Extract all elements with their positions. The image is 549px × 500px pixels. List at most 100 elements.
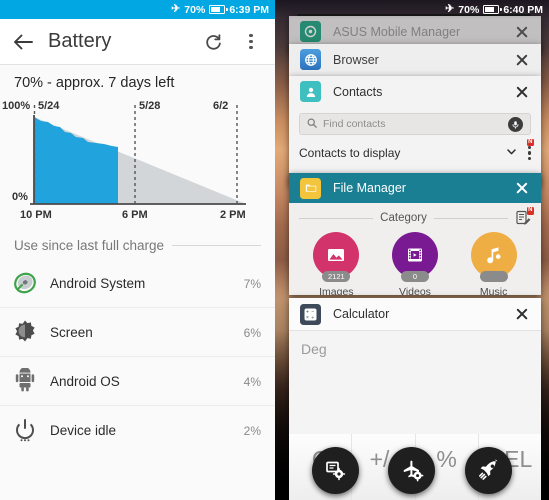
note-edit-icon[interactable]: N <box>515 207 535 226</box>
calculator-icon: + − × ÷ <box>300 303 321 325</box>
list-item[interactable]: Device idle 2% <box>0 405 275 454</box>
search-placeholder: Find contacts <box>323 118 386 130</box>
browser-globe-icon <box>300 49 321 70</box>
status-battery-percent: 70% <box>184 3 206 16</box>
airplane-mode-icon: ✈ <box>445 3 455 15</box>
list-item[interactable]: Screen 6% <box>0 307 275 356</box>
usage-percent: 4% <box>243 374 261 389</box>
overflow-menu-icon[interactable] <box>239 30 263 54</box>
battery-icon <box>483 5 502 14</box>
chart-y-min-label: 0% <box>12 191 28 203</box>
screenshot-settings-icon[interactable] <box>311 446 359 494</box>
file-manager-category-header: Category N <box>289 203 541 226</box>
chart-y-max-label: 100% <box>2 100 31 112</box>
close-icon[interactable] <box>514 180 530 196</box>
svg-text:×: × <box>306 315 309 321</box>
chart-date-label-2: 5/28 <box>139 100 161 112</box>
music-note-icon <box>470 232 517 282</box>
recent-card-contacts[interactable]: Contacts Find contacts Contacts to displ… <box>289 76 541 186</box>
battery-icon <box>209 5 228 14</box>
image-icon: 2121 <box>313 232 360 282</box>
battery-history-chart: 100% 0% 5/24 5/28 6/2 10 PM 6 PM 2 PM <box>2 99 265 224</box>
card-header: Browser <box>289 44 541 75</box>
category-label: Category <box>380 212 427 224</box>
overflow-menu-icon[interactable]: N <box>517 138 534 161</box>
category-tile-images[interactable]: 2121 Images <box>303 232 369 295</box>
recent-apps-panel: ✈ 70% 6:40 PM ASUS Mobile Manager Browse… <box>275 0 549 500</box>
chart-date-label-3: 6/2 <box>213 100 229 112</box>
list-item[interactable]: Android System 7% <box>0 259 275 307</box>
chart-x-label-left: 10 PM <box>20 209 52 221</box>
contacts-to-display-label: Contacts to display <box>299 146 401 160</box>
close-icon[interactable] <box>514 84 530 100</box>
floating-quick-actions <box>275 442 549 498</box>
screen-brightness-icon <box>10 317 40 347</box>
status-clock: 6:40 PM <box>503 3 543 16</box>
card-title: File Manager <box>333 181 406 195</box>
card-header: Contacts <box>289 76 541 107</box>
screenshot-root: ✈ 70% 6:39 PM Battery 70% - approx. 7 da… <box>0 0 549 500</box>
video-icon: 0 <box>391 232 438 282</box>
tile-count: 0 <box>400 271 429 282</box>
usage-percent: 2% <box>243 423 261 438</box>
tile-label: Music <box>479 286 508 295</box>
refresh-icon[interactable] <box>201 30 225 54</box>
tile-label: Images <box>319 286 354 295</box>
search-icon <box>307 115 317 133</box>
tile-count: 2121 <box>322 271 351 282</box>
usage-section-title: Use since last full charge <box>14 238 165 253</box>
usage-percent: 6% <box>243 325 261 340</box>
usage-name: Android System <box>50 275 146 291</box>
chart-x-label-right: 2 PM <box>220 209 246 221</box>
contacts-to-display-row[interactable]: Contacts to display N <box>289 135 541 162</box>
chart-x-label-mid: 6 PM <box>122 209 148 221</box>
usage-percent: 7% <box>243 276 261 291</box>
tile-label: Videos <box>399 286 431 295</box>
right-status-bar: ✈ 70% 6:40 PM <box>275 0 549 19</box>
recent-card-browser[interactable]: Browser <box>289 44 541 78</box>
status-badge: N <box>526 207 535 215</box>
boost-rocket-icon[interactable] <box>465 446 513 494</box>
calculator-mode-label: Deg <box>301 341 327 357</box>
usage-section-header: Use since last full charge <box>0 224 275 259</box>
status-battery-percent: 70% <box>458 3 480 16</box>
contacts-person-icon <box>300 81 321 102</box>
chevron-down-icon[interactable] <box>506 144 517 162</box>
status-clock: 6:39 PM <box>229 3 269 16</box>
category-tile-videos[interactable]: 0 Videos <box>382 232 448 295</box>
battery-panel: ✈ 70% 6:39 PM Battery 70% - approx. 7 da… <box>0 0 275 500</box>
microphone-icon[interactable] <box>508 116 523 132</box>
card-header: + − × ÷ Calculator <box>289 298 541 331</box>
usage-name: Device idle <box>50 422 117 438</box>
status-badge: N <box>526 138 534 147</box>
category-rule-right <box>433 217 509 219</box>
folder-icon <box>300 177 321 199</box>
battery-usage-list: Android System 7% Screen 6% Android OS 4… <box>0 259 275 454</box>
close-icon[interactable] <box>514 306 530 322</box>
card-title: Browser <box>333 52 379 67</box>
page-title: Battery <box>48 30 112 52</box>
airplane-mode-icon: ✈ <box>171 3 181 15</box>
list-item[interactable]: Android OS 4% <box>0 356 275 405</box>
usage-section-rule <box>172 245 261 246</box>
airplane-settings-icon[interactable] <box>388 446 436 494</box>
android-robot-icon <box>10 366 40 396</box>
left-status-bar: ✈ 70% 6:39 PM <box>0 0 275 19</box>
battery-summary: 70% - approx. 7 days left <box>14 75 175 91</box>
usage-name: Android OS <box>50 373 120 389</box>
back-arrow-icon[interactable] <box>12 31 34 53</box>
search-input[interactable]: Find contacts <box>299 113 531 135</box>
category-rule-left <box>299 217 374 219</box>
usage-name: Screen <box>50 324 93 340</box>
svg-text:÷: ÷ <box>311 315 314 321</box>
recent-card-file-manager[interactable]: File Manager Category N 2121 Images 0 Vi… <box>289 173 541 295</box>
close-icon[interactable] <box>514 52 530 68</box>
card-header: File Manager <box>289 173 541 203</box>
category-tile-music[interactable]: Music <box>461 232 527 295</box>
tile-count <box>479 271 508 282</box>
android-system-icon <box>10 268 40 298</box>
file-manager-tiles: 2121 Images 0 Videos Music <box>289 226 541 295</box>
chart-date-label-1: 5/24 <box>38 100 60 112</box>
power-idle-icon <box>10 415 40 445</box>
battery-app-bar: Battery <box>0 19 275 64</box>
